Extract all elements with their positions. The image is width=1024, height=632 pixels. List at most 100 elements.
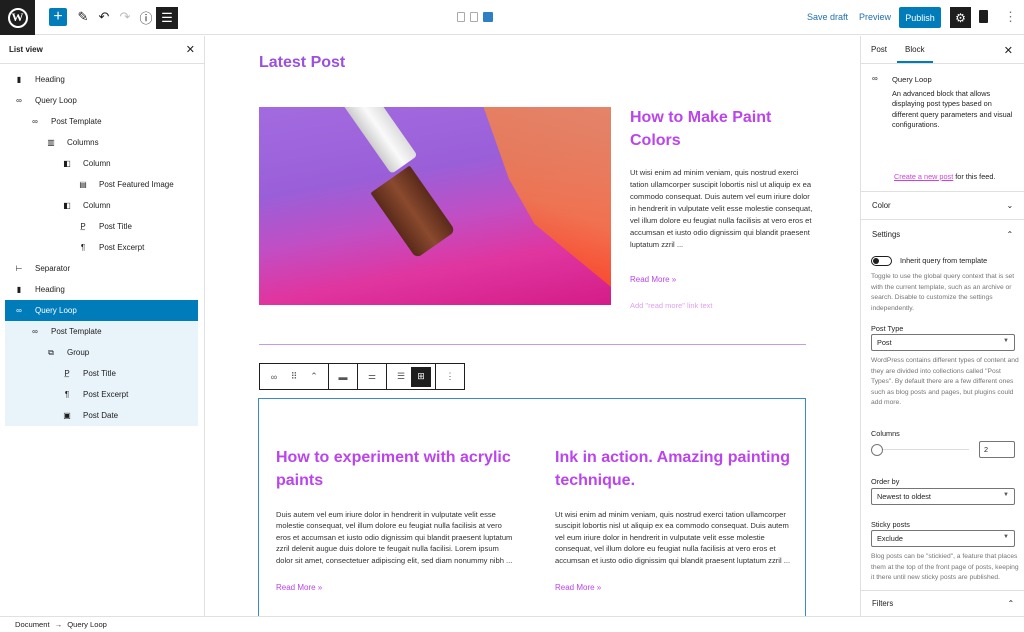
list-view-item[interactable]: P̲ Post Title (5, 363, 198, 384)
post-title[interactable]: How to Make Paint Colors (630, 106, 810, 152)
tab-post[interactable]: Post (871, 45, 887, 54)
list-view-item[interactable]: ▮ Heading (5, 69, 198, 90)
list-view-item[interactable]: ◧ Column (5, 153, 198, 174)
read-more-link[interactable]: Read More » (630, 275, 676, 284)
latest-post-heading[interactable]: Latest Post (259, 54, 345, 72)
add-block-button[interactable]: + (49, 8, 67, 26)
heading-icon: ▮ (16, 285, 22, 294)
inherit-query-help: Toggle to use the global query context t… (871, 273, 1015, 312)
close-icon[interactable]: ✕ (186, 43, 195, 56)
move-up-down-icon[interactable]: ⌃ (304, 367, 324, 387)
list-view-item[interactable]: ∞ Query Loop (5, 300, 198, 321)
list-view-item[interactable]: ¶ Post Excerpt (5, 384, 198, 405)
list-view-item-label: Post Excerpt (83, 390, 129, 399)
mobile-preview-icon[interactable] (457, 12, 465, 22)
create-new-post-link[interactable]: Create a new post (894, 172, 953, 181)
settings-panel-toggle[interactable]: Settings ⌃ (861, 220, 1024, 248)
drag-handle-icon[interactable]: ⠿ (284, 367, 304, 387)
display-settings-icon[interactable]: ⚌ (362, 367, 382, 387)
wordpress-logo-button[interactable]: W (0, 0, 35, 35)
list-view-item[interactable]: ▮ Heading (5, 279, 198, 300)
query-post-item: Ink in action. Amazing painting techniqu… (555, 446, 795, 592)
more-options-icon[interactable]: ⋮ (440, 367, 460, 387)
filters-panel-toggle[interactable]: Filters ⌃ (861, 590, 1024, 616)
breadcrumb-document[interactable]: Document (15, 620, 50, 629)
block-card: ∞ Query Loop An advanced block that allo… (861, 64, 1024, 192)
list-layout-icon[interactable]: ☰ (391, 367, 411, 387)
tools-pencil-icon[interactable]: ✎ (74, 8, 92, 26)
post-template-icon: ∞ (32, 327, 38, 336)
read-more-link[interactable]: Read More » (555, 583, 795, 592)
query-loop-block[interactable]: How to experiment with acrylic paints Du… (258, 398, 806, 616)
preview-button[interactable]: Preview (859, 12, 891, 22)
breadcrumb-query-loop[interactable]: Query Loop (67, 620, 107, 629)
tablet-preview-icon[interactable] (470, 12, 478, 22)
read-more-placeholder[interactable]: Add "read more" link text (630, 301, 712, 310)
columns-slider-thumb[interactable] (871, 444, 883, 456)
list-view-toggle-icon[interactable]: ☰ (156, 7, 178, 29)
block-description: An advanced block that allows displaying… (892, 89, 1013, 129)
undo-icon[interactable]: ↶ (95, 8, 113, 26)
list-view-item[interactable]: ▤ Post Featured Image (5, 174, 198, 195)
settings-gear-icon[interactable]: ⚙ (950, 7, 971, 28)
chevron-down-icon: ⌄ (1006, 201, 1013, 210)
settings-panel-body: Inherit query from template Toggle to us… (861, 248, 1024, 608)
separator-block[interactable] (259, 344, 806, 345)
order-by-select[interactable]: Newest to oldest ▼ (871, 488, 1015, 505)
desktop-preview-icon[interactable] (483, 12, 493, 22)
chevron-down-icon: ▼ (1003, 492, 1009, 498)
list-view-item[interactable]: ∞ Post Template (5, 321, 198, 342)
post-title-icon: P̲ (64, 369, 70, 378)
redo-icon[interactable]: ↷ (116, 8, 134, 26)
list-view-title: List view (9, 45, 43, 54)
close-icon[interactable]: ✕ (1004, 44, 1013, 57)
read-more-link[interactable]: Read More » (276, 583, 516, 592)
list-view-item[interactable]: ◧ Column (5, 195, 198, 216)
query-loop-icon: ∞ (16, 306, 22, 315)
chevron-down-icon: ▼ (1003, 534, 1009, 540)
info-icon[interactable]: ⓘ (137, 8, 155, 26)
list-view-item-label: Column (83, 201, 111, 210)
settings-sidebar: Post Block ✕ ∞ Query Loop An advanced bl… (860, 36, 1024, 616)
post-title-icon: P̲ (80, 222, 86, 231)
list-view-item[interactable]: ¶ Post Excerpt (5, 237, 198, 258)
grid-layout-icon[interactable]: ⊞ (411, 366, 431, 387)
tab-block[interactable]: Block (897, 45, 933, 63)
query-loop-icon[interactable]: ∞ (264, 367, 284, 387)
list-view-item[interactable]: ⊢ Separator (5, 258, 198, 279)
post-title[interactable]: How to experiment with acrylic paints (276, 446, 516, 492)
save-draft-button[interactable]: Save draft (807, 12, 848, 22)
post-title[interactable]: Ink in action. Amazing painting techniqu… (555, 446, 795, 492)
post-excerpt[interactable]: Ut wisi enim ad minim veniam, quis nostr… (630, 167, 815, 251)
list-view-panel: List view ✕ ▮ Heading ∞ Query Loop ∞ Post Tem… (0, 36, 205, 616)
color-panel-label: Color (872, 201, 891, 210)
post-featured-image[interactable] (259, 107, 611, 305)
publish-button[interactable]: Publish (899, 7, 941, 28)
list-view-item-label: Post Featured Image (99, 180, 174, 189)
post-type-select[interactable]: Post ▼ (871, 334, 1015, 351)
settings-panel-label: Settings (872, 229, 901, 239)
list-view-item[interactable]: ⧉ Group (5, 342, 198, 363)
chevron-up-icon: ⌃ (1007, 599, 1014, 608)
list-view-item[interactable]: P̲ Post Title (5, 216, 198, 237)
columns-number-input[interactable]: 2 (979, 441, 1015, 458)
query-loop-icon: ∞ (16, 96, 22, 105)
list-view-item[interactable]: ∞ Post Template (5, 111, 198, 132)
heading-icon: ▮ (16, 75, 22, 84)
list-view-item[interactable]: ▥ Columns (5, 132, 198, 153)
block-breadcrumb: Document → Query Loop (0, 616, 1024, 632)
list-view-item[interactable]: ▣ Post Date (5, 405, 198, 426)
plugin-icon[interactable] (979, 10, 988, 23)
inherit-query-toggle[interactable] (871, 256, 892, 266)
columns-slider-track[interactable] (877, 449, 969, 450)
list-view-item[interactable]: ∞ Query Loop (5, 90, 198, 111)
columns-label: Columns (871, 429, 900, 438)
separator-icon: ⊢ (15, 264, 23, 273)
sticky-posts-select[interactable]: Exclude ▼ (871, 530, 1015, 547)
post-excerpt[interactable]: Duis autem vel eum iriure dolor in hendr… (276, 509, 516, 566)
post-excerpt[interactable]: Ut wisi enim ad minim veniam, quis nostr… (555, 509, 795, 566)
more-options-icon[interactable]: ⋮ (1004, 9, 1017, 25)
color-panel-toggle[interactable]: Color ⌄ (861, 192, 1024, 220)
align-icon[interactable]: ▬ (333, 367, 353, 387)
list-view-item-label: Column (83, 159, 111, 168)
